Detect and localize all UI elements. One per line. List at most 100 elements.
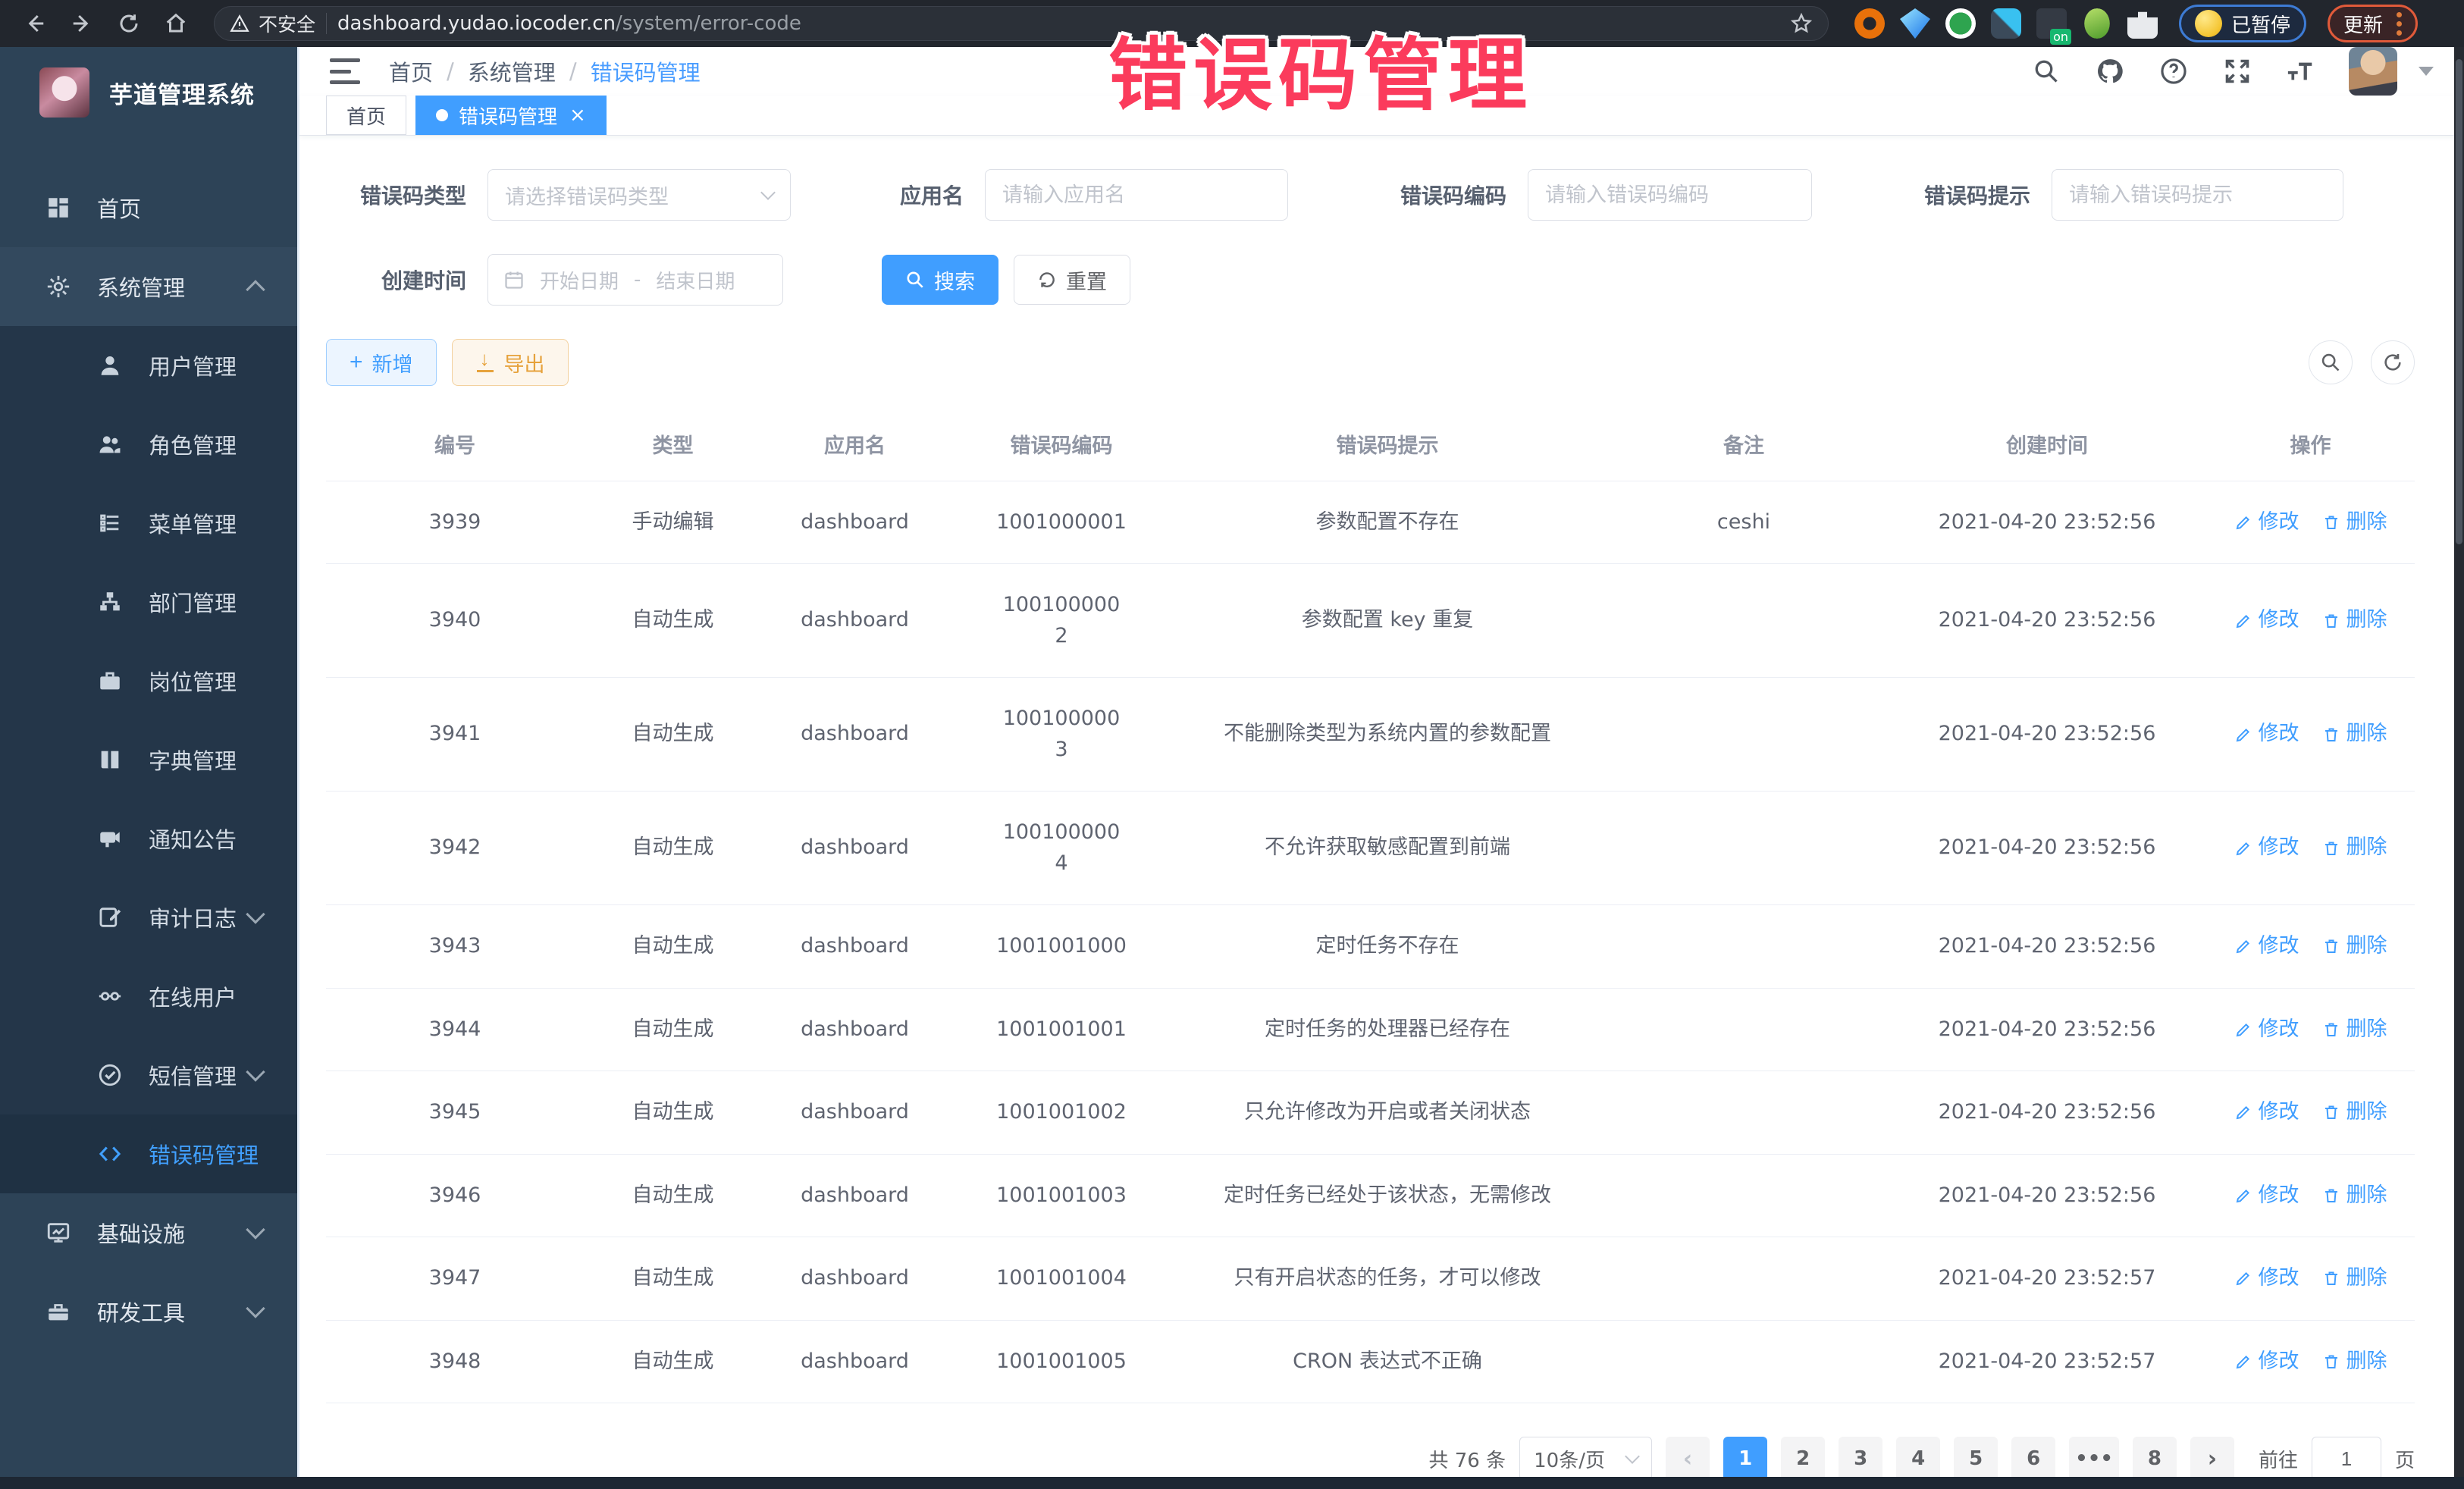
sidebar-item-通知公告[interactable]: 通知公告 [0, 799, 297, 878]
show-search-toggle-icon[interactable] [2309, 340, 2353, 384]
edit-link[interactable]: 修改 [2234, 1097, 2299, 1128]
edit-link[interactable]: 修改 [2234, 605, 2299, 636]
extension-on-badge-icon[interactable]: on [2036, 8, 2067, 39]
edit-link[interactable]: 修改 [2234, 719, 2299, 750]
delete-link[interactable]: 删除 [2322, 1014, 2387, 1045]
fullscreen-icon[interactable] [2221, 55, 2253, 87]
date-range-picker[interactable]: 开始日期 - 结束日期 [487, 254, 783, 306]
sidebar-item-字典管理[interactable]: 字典管理 [0, 720, 297, 799]
refresh-table-icon[interactable] [2371, 340, 2415, 384]
tab-错误码管理[interactable]: 错误码管理× [415, 96, 607, 135]
cell-error-code: 1001000003 [948, 678, 1175, 791]
sidebar-item-系统管理[interactable]: 系统管理 [0, 247, 297, 326]
page-size-select[interactable]: 10条/页 [1519, 1437, 1652, 1481]
sidebar-item-基础设施[interactable]: 基础设施 [0, 1193, 297, 1272]
hamburger-icon[interactable] [330, 58, 360, 84]
delete-link[interactable]: 删除 [2322, 1097, 2387, 1128]
export-button[interactable]: 导出 [452, 339, 569, 386]
search-icon[interactable] [2030, 55, 2062, 87]
chrome-update-button[interactable]: 更新 [2328, 5, 2418, 42]
delete-link[interactable]: 删除 [2322, 719, 2387, 750]
prev-page-button[interactable]: ‹ [1666, 1437, 1710, 1481]
error-code-input[interactable] [1528, 169, 1812, 221]
cell-error-msg: 定时任务的处理器已经存在 [1175, 989, 1600, 1071]
delete-link[interactable]: 删除 [2322, 1263, 2387, 1294]
cell-create-time: 2021-04-20 23:52:56 [1888, 481, 2206, 564]
page-button-1[interactable]: 1 [1723, 1437, 1767, 1481]
page-button-8[interactable]: 8 [2133, 1437, 2177, 1481]
error-type-select[interactable]: 请选择错误码类型 [487, 169, 791, 221]
more-pages-icon[interactable]: ••• [2069, 1437, 2119, 1481]
search-button[interactable]: 搜索 [882, 255, 998, 305]
sidebar-item-岗位管理[interactable]: 岗位管理 [0, 641, 297, 720]
github-icon[interactable] [2094, 55, 2126, 87]
avatar-caret-icon[interactable] [2419, 67, 2434, 76]
home-icon[interactable] [156, 4, 196, 43]
close-icon[interactable]: × [569, 105, 586, 125]
page-button-2[interactable]: 2 [1781, 1437, 1825, 1481]
edit-link[interactable]: 修改 [2234, 1180, 2299, 1212]
tab-首页[interactable]: 首页 [326, 96, 406, 135]
bookmark-star-icon[interactable] [1790, 12, 1813, 35]
extension-gem-icon[interactable] [1900, 8, 1930, 39]
forward-icon[interactable] [62, 4, 102, 43]
delete-link[interactable]: 删除 [2322, 507, 2387, 538]
delete-link[interactable]: 删除 [2322, 1180, 2387, 1212]
cell-memo: ceshi [1600, 481, 1888, 564]
extension-grid-icon[interactable] [1991, 8, 2021, 39]
page-button-3[interactable]: 3 [1839, 1437, 1882, 1481]
delete-link[interactable]: 删除 [2322, 832, 2387, 864]
cell-error-msg: 只有开启状态的任务，才可以修改 [1175, 1237, 1600, 1320]
window-scrollbar[interactable] [2454, 47, 2464, 1477]
next-page-button[interactable]: › [2190, 1437, 2234, 1481]
delete-link[interactable]: 删除 [2322, 1346, 2387, 1378]
page-button-6[interactable]: 6 [2011, 1437, 2055, 1481]
sidebar-item-label: 错误码管理 [149, 1138, 259, 1170]
reset-button[interactable]: 重置 [1014, 255, 1130, 305]
user-avatar[interactable] [2349, 47, 2397, 96]
breadcrumb-system[interactable]: 系统管理 [468, 55, 556, 87]
scrollbar-thumb[interactable] [2456, 59, 2462, 544]
delete-link[interactable]: 删除 [2322, 605, 2387, 636]
sidebar-item-短信管理[interactable]: 短信管理 [0, 1036, 297, 1114]
cell-id: 3946 [326, 1155, 584, 1237]
edit-link[interactable]: 修改 [2234, 931, 2299, 962]
sidebar-item-首页[interactable]: 首页 [0, 168, 297, 247]
edit-link[interactable]: 修改 [2234, 1346, 2299, 1378]
sidebar-item-审计日志[interactable]: 审计日志 [0, 878, 297, 957]
sidebar-item-用户管理[interactable]: 用户管理 [0, 326, 297, 405]
sidebar-item-错误码管理[interactable]: 错误码管理 [0, 1114, 297, 1193]
extensions-puzzle-icon[interactable] [2127, 8, 2158, 39]
page-button-5[interactable]: 5 [1954, 1437, 1998, 1481]
sidebar-item-部门管理[interactable]: 部门管理 [0, 563, 297, 641]
goto-page-input[interactable] [2312, 1437, 2381, 1481]
delete-link[interactable]: 删除 [2322, 931, 2387, 962]
extension-green-icon[interactable] [1945, 8, 1976, 39]
edit-link[interactable]: 修改 [2234, 1263, 2299, 1294]
security-indicator[interactable]: 不安全 [230, 10, 315, 37]
add-button[interactable]: + 新增 [326, 339, 437, 386]
font-size-icon[interactable] [2285, 55, 2317, 87]
sidebar-item-label: 系统管理 [97, 271, 185, 303]
error-msg-input[interactable] [2052, 169, 2343, 221]
extension-orange-icon[interactable] [1854, 8, 1885, 39]
app-name-input[interactable] [985, 169, 1288, 221]
edit-link[interactable]: 修改 [2234, 832, 2299, 864]
sidebar-item-在线用户[interactable]: 在线用户 [0, 957, 297, 1036]
help-icon[interactable] [2158, 55, 2190, 87]
chrome-menu-icon[interactable] [2397, 12, 2402, 36]
sidebar-item-角色管理[interactable]: 角色管理 [0, 405, 297, 484]
breadcrumb-home[interactable]: 首页 [389, 55, 433, 87]
sidebar-item-菜单管理[interactable]: 菜单管理 [0, 484, 297, 563]
edit-link[interactable]: 修改 [2234, 507, 2299, 538]
edit-link[interactable]: 修改 [2234, 1014, 2299, 1045]
url-bar[interactable]: 不安全 dashboard.yudao.iocoder.cn/system/er… [214, 6, 1829, 41]
back-icon[interactable] [15, 4, 55, 43]
app-logo-row[interactable]: 芋道管理系统 [0, 47, 297, 138]
page-content: 错误码类型 请选择错误码类型 应用名 错误码编码 错误码提示 创建时间 [299, 136, 2464, 1481]
extension-leaf-icon[interactable] [2082, 8, 2112, 39]
reload-icon[interactable] [109, 4, 149, 43]
profile-paused-badge[interactable]: 已暂停 [2179, 5, 2306, 42]
page-button-4[interactable]: 4 [1896, 1437, 1940, 1481]
sidebar-item-研发工具[interactable]: 研发工具 [0, 1272, 297, 1351]
